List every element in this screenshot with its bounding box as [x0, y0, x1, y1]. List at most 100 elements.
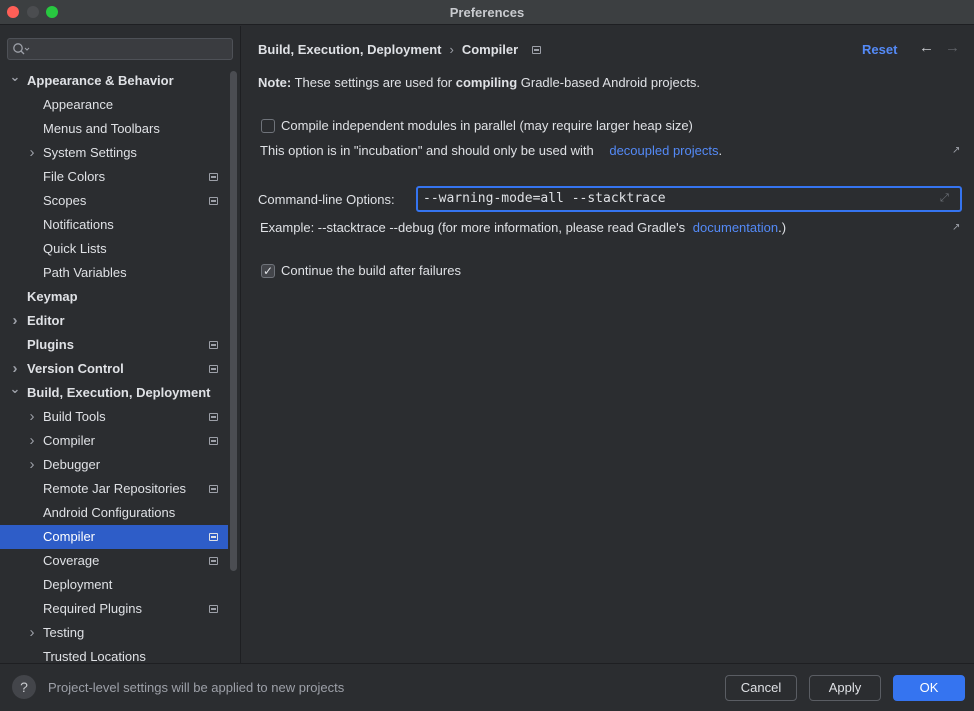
project-scope-icon	[209, 341, 218, 349]
sidebar-item-label: Testing	[43, 625, 85, 640]
dialog-footer: ? Project-level settings will be applied…	[0, 663, 974, 711]
sidebar-item-build-tools[interactable]: › Build Tools	[0, 405, 228, 429]
sidebar-item-compiler[interactable]: › Compiler	[0, 429, 228, 453]
sidebar-item-label: Deployment	[43, 577, 113, 592]
chevron-right-icon[interactable]: ›	[26, 453, 38, 477]
sidebar-item-appearance-behavior[interactable]: ⌄ Appearance & Behavior	[0, 69, 228, 93]
apply-button[interactable]: Apply	[809, 675, 881, 701]
breadcrumb-separator: ›	[449, 42, 454, 57]
example-hint: Example: --stacktrace --debug (for more …	[260, 220, 786, 235]
sidebar-item-appearance[interactable]: Appearance	[0, 93, 228, 117]
external-link-icon[interactable]: ↗	[952, 222, 960, 233]
sidebar-item-label: Build, Execution, Deployment	[27, 385, 211, 400]
sidebar-item-file-colors[interactable]: File Colors	[0, 165, 228, 189]
chevron-down-icon[interactable]: ⌄	[9, 69, 21, 93]
search-icon	[13, 43, 30, 55]
sidebar-item-debugger[interactable]: › Debugger	[0, 453, 228, 477]
command-line-options-label: Command-line Options:	[258, 192, 395, 207]
sidebar-item-label: Menus and Toolbars	[43, 121, 160, 136]
breadcrumb-parent[interactable]: Build, Execution, Deployment	[258, 42, 441, 57]
sidebar-item-label: Scopes	[43, 193, 87, 208]
sidebar-item-required-plugins[interactable]: Required Plugins	[0, 597, 228, 621]
sidebar-item-coverage[interactable]: Coverage	[0, 549, 228, 573]
sidebar-item-scopes[interactable]: Scopes	[0, 189, 228, 213]
parallel-compile-label[interactable]: Compile independent modules in parallel …	[281, 118, 693, 134]
chevron-right-icon[interactable]: ›	[26, 621, 38, 645]
sidebar-item-remote-jar-repositories[interactable]: Remote Jar Repositories	[0, 477, 228, 501]
incubation-hint-text: This option is in "incubation" and shoul…	[260, 143, 594, 158]
breadcrumb: Build, Execution, Deployment › Compiler	[258, 42, 542, 57]
note-text: Note: These settings are used for compil…	[258, 75, 700, 90]
sidebar-item-trusted-locations[interactable]: Trusted Locations	[0, 645, 228, 663]
sidebar-item-label: Debugger	[43, 457, 101, 472]
sidebar-item-plugins[interactable]: Plugins	[0, 333, 228, 357]
continue-build-label[interactable]: Continue the build after failures	[281, 263, 461, 279]
sidebar-item-version-control[interactable]: › Version Control	[0, 357, 228, 381]
search-input[interactable]	[7, 38, 233, 60]
sidebar-item-build-execution-deployment[interactable]: ⌄ Build, Execution, Deployment	[0, 381, 228, 405]
chevron-right-icon[interactable]: ›	[26, 141, 38, 165]
project-scope-icon	[209, 557, 218, 565]
sidebar-item-android-configurations[interactable]: Android Configurations	[0, 501, 228, 525]
sidebar-item-label: Appearance & Behavior	[27, 73, 174, 88]
chevron-down-icon[interactable]: ⌄	[9, 381, 21, 405]
sidebar-item-notifications[interactable]: Notifications	[0, 213, 228, 237]
sidebar-item-deployment[interactable]: Deployment	[0, 573, 228, 597]
project-scope-icon	[209, 605, 218, 613]
sidebar-scrollbar[interactable]	[230, 71, 237, 571]
note-text-after: Gradle-based Android projects.	[517, 75, 700, 90]
chevron-right-icon[interactable]: ›	[9, 309, 21, 333]
reset-link[interactable]: Reset	[862, 42, 897, 57]
example-hint-text: Example: --stacktrace --debug (for more …	[260, 220, 686, 235]
chevron-right-icon[interactable]: ›	[9, 357, 21, 381]
sidebar-item-quick-lists[interactable]: Quick Lists	[0, 237, 228, 261]
expand-icon[interactable]: ⤢	[940, 192, 949, 205]
project-scope-icon	[209, 413, 218, 421]
incubation-hint-end: .	[718, 143, 723, 158]
chevron-right-icon[interactable]: ›	[26, 429, 38, 453]
project-scope-icon	[209, 437, 218, 445]
breadcrumb-current: Compiler	[461, 42, 519, 57]
sidebar-item-label: System Settings	[43, 145, 137, 160]
settings-sidebar: ⌄ Appearance & Behavior Appearance Menus an…	[0, 26, 241, 663]
project-scope-icon	[209, 485, 218, 493]
documentation-link[interactable]: documentation	[693, 220, 778, 235]
footer-info-text: Project-level settings will be applied t…	[48, 680, 345, 695]
command-line-options-input[interactable]: --warning-mode=all --stacktrace	[416, 186, 962, 212]
sidebar-item-compiler[interactable]: Compiler	[0, 525, 228, 549]
sidebar-item-label: Android Configurations	[43, 505, 176, 520]
sidebar-item-label: Build Tools	[43, 409, 106, 424]
sidebar-item-label: Quick Lists	[43, 241, 107, 256]
note-text-before: These settings are used for	[291, 75, 456, 90]
parallel-compile-checkbox[interactable]	[261, 119, 275, 133]
sidebar-item-keymap[interactable]: Keymap	[0, 285, 228, 309]
external-link-icon[interactable]: ↗	[952, 145, 960, 156]
sidebar-item-label: Appearance	[43, 97, 114, 112]
help-icon[interactable]: ?	[12, 675, 36, 699]
sidebar-item-editor[interactable]: › Editor	[0, 309, 228, 333]
back-arrow-icon[interactable]: ←	[919, 39, 934, 56]
sidebar-item-system-settings[interactable]: › System Settings	[0, 141, 228, 165]
forward-arrow-icon[interactable]: →	[945, 39, 960, 56]
note-prefix: Note:	[258, 75, 292, 90]
ok-button[interactable]: OK	[893, 675, 965, 701]
sidebar-item-label: Trusted Locations	[43, 649, 146, 663]
continue-build-checkbox[interactable]	[261, 263, 275, 279]
decoupled-projects-link[interactable]: decoupled projects	[609, 143, 718, 158]
chevron-right-icon[interactable]: ›	[26, 405, 38, 429]
sidebar-item-label: Notifications	[43, 217, 114, 232]
project-scope-icon	[209, 365, 218, 373]
sidebar-item-label: Required Plugins	[43, 601, 143, 616]
window-title: Preferences	[449, 5, 525, 20]
title-bar: Preferences	[0, 0, 974, 25]
cancel-button[interactable]: Cancel	[725, 675, 797, 701]
sidebar-item-path-variables[interactable]: Path Variables	[0, 261, 228, 285]
project-scope-icon	[209, 197, 218, 205]
sidebar-item-menus-and-toolbars[interactable]: Menus and Toolbars	[0, 117, 228, 141]
project-scope-icon	[532, 46, 542, 54]
sidebar-item-label: Version Control	[27, 361, 124, 376]
sidebar-item-testing[interactable]: › Testing	[0, 621, 228, 645]
sidebar-item-label: File Colors	[43, 169, 106, 184]
sidebar-item-label: Editor	[27, 313, 65, 328]
sidebar-item-label: Compiler	[43, 529, 96, 544]
